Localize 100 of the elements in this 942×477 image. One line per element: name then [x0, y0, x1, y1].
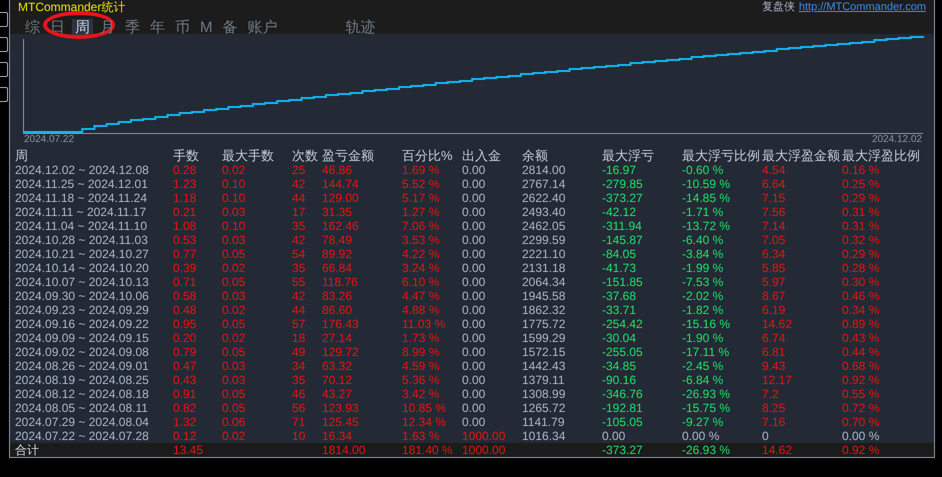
table-cell: 0.46 %: [842, 289, 880, 303]
table-cell: -26.93 %: [682, 443, 730, 457]
tool-icon[interactable]: [0, 87, 8, 102]
table-cell: 6.64: [762, 177, 786, 191]
table-cell: 0.05: [222, 247, 246, 261]
table-cell: 8.67: [762, 289, 786, 303]
table-cell: 0.00: [462, 415, 486, 429]
table-cell: 125.45: [322, 415, 359, 429]
table-cell: -1.71 %: [682, 205, 724, 219]
table-cell: 78.49: [322, 233, 352, 247]
table-cell: -255.05: [602, 345, 643, 359]
table-cell: 63.32: [322, 359, 352, 373]
table-cell: 0.68 %: [842, 359, 880, 373]
table-cell: 0.00: [602, 429, 626, 443]
table-cell: 34: [292, 359, 306, 373]
tab[interactable]: 轨迹: [342, 19, 378, 37]
table-cell: 0.00: [462, 219, 486, 233]
table-cell: 0.00: [462, 317, 486, 331]
table-cell: 0.16 %: [842, 163, 880, 177]
window-title: MTCommander统计: [18, 1, 126, 14]
table-cell: 6.19: [762, 303, 786, 317]
table-cell: 6.34: [762, 247, 786, 261]
table-cell: 0.05: [222, 387, 246, 401]
date-label: 2024.07.22: [24, 134, 74, 145]
table-cell: 0.55 %: [842, 387, 880, 401]
table-cell: 0.44 %: [842, 345, 880, 359]
table-cell: 5.97: [762, 275, 786, 289]
table-cell: 0.89 %: [842, 317, 880, 331]
table-cell: 0.25 %: [842, 177, 880, 191]
table-cell: -346.76: [602, 387, 643, 401]
table-cell: 162.46: [322, 219, 359, 233]
table-cell: 0.00: [462, 177, 486, 191]
table-cell: 12.34 %: [402, 415, 446, 429]
table-cell: 0.43: [173, 373, 196, 387]
table-cell: 1.08: [173, 219, 196, 233]
table-cell: 66.84: [322, 261, 352, 275]
table-cell: 0.03: [222, 289, 246, 303]
table-cell: 2024.11.04 ~ 2024.11.10: [15, 219, 148, 233]
tab[interactable]: M: [197, 19, 216, 37]
table-cell: 1814.00: [322, 443, 366, 457]
table-cell: -373.27: [602, 191, 643, 205]
table-cell: 0.00: [462, 247, 486, 261]
table-cell: 5.85: [762, 261, 786, 275]
tab[interactable]: 综: [22, 19, 43, 37]
table-cell: 18: [292, 331, 306, 345]
tab[interactable]: 备: [220, 19, 240, 37]
table-cell: 2024.11.11 ~ 2024.11.17: [15, 205, 146, 219]
table-cell: 2024.08.19 ~ 2024.08.25: [15, 373, 149, 387]
column-header: 次数: [291, 147, 317, 163]
table-cell: 10: [292, 429, 306, 443]
table-cell: 1572.15: [522, 345, 566, 359]
tool-icon[interactable]: [0, 12, 8, 27]
table-cell: 0.72 %: [842, 401, 880, 415]
table-cell: -17.11 %: [682, 345, 730, 359]
table-cell: 7.05: [762, 233, 786, 247]
table-cell: 0.00: [462, 191, 486, 205]
table-cell: 1.73 %: [402, 331, 440, 345]
table-cell: 2767.14: [522, 177, 566, 191]
table-cell: 8.25: [762, 401, 786, 415]
tab[interactable]: 季: [122, 19, 143, 37]
table-cell: 0.95: [173, 317, 196, 331]
table-cell: 14.62: [762, 317, 792, 331]
table-cell: 2024.10.28 ~ 2024.11.03: [15, 233, 148, 247]
table-cell: -9.27 %: [682, 415, 724, 429]
table-cell: 2024.09.16 ~ 2024.09.22: [15, 317, 149, 331]
table-cell: -41.73: [602, 261, 636, 275]
table-cell: 1000.00: [462, 429, 506, 443]
table-cell: 35: [292, 219, 306, 233]
table-cell: 57: [292, 317, 306, 331]
table-cell: 0.20: [173, 331, 196, 345]
table-cell: -3.84 %: [682, 247, 724, 261]
table-cell: 0.03: [222, 233, 246, 247]
table-cell: 0.29 %: [842, 247, 880, 261]
table-cell: 2024.12.02 ~ 2024.12.08: [15, 163, 149, 177]
table-cell: -373.27: [602, 443, 643, 457]
table-cell: 14.62: [762, 443, 792, 457]
table-cell: 2024.09.09 ~ 2024.09.15: [15, 331, 149, 345]
table-cell: 2024.11.25 ~ 2024.12.01: [15, 177, 148, 191]
table-cell: 17: [292, 205, 306, 219]
table-cell: 4.59 %: [402, 359, 440, 373]
table-cell: -90.16: [602, 373, 636, 387]
table-cell: 1379.11: [522, 373, 564, 387]
tool-icon[interactable]: [0, 37, 8, 52]
tool-icon[interactable]: [0, 62, 8, 77]
table-cell: -7.53 %: [682, 275, 724, 289]
table-cell: 0.28 %: [842, 261, 880, 275]
table-cell: -33.71: [602, 303, 636, 317]
website-link[interactable]: http://MTCommander.com: [798, 1, 926, 14]
table-cell: -0.60 %: [682, 163, 724, 177]
table-cell: 0.05: [222, 275, 246, 289]
brand-text: 复盘侠: [762, 1, 795, 14]
table-cell: 4.22 %: [402, 247, 440, 261]
table-cell: 7.56: [762, 205, 786, 219]
tab[interactable]: 年: [147, 19, 168, 37]
table-cell: 2221.10: [522, 247, 566, 261]
tab[interactable]: 币: [172, 19, 193, 37]
table-cell: 5.52 %: [402, 177, 440, 191]
table-cell: 7.16: [762, 415, 786, 429]
table-cell: 0.00: [462, 233, 486, 247]
tab[interactable]: 账户: [244, 19, 280, 37]
